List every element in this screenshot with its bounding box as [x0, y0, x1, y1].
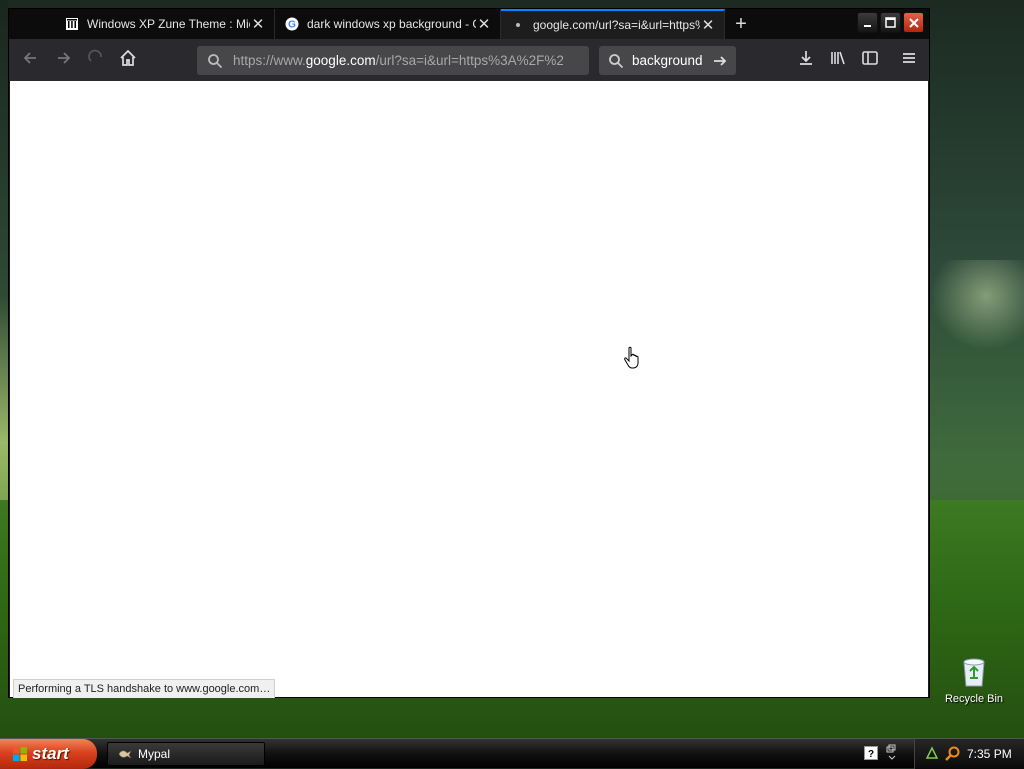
maximize-icon — [885, 17, 896, 28]
taskbar-item-mypal[interactable]: Mypal — [107, 742, 265, 766]
address-bar[interactable]: https://www.google.com/url?sa=i&url=http… — [197, 46, 589, 75]
page-content[interactable]: Performing a TLS handshake to www.google… — [10, 81, 928, 698]
tab-close-icon[interactable]: ✕ — [250, 15, 266, 33]
tab-strip: Windows XP Zune Theme : Micros ✕ G dark … — [9, 9, 929, 39]
restore-desktop-icon[interactable] — [886, 744, 898, 762]
desktop-icon-recycle-bin[interactable]: Recycle Bin — [944, 656, 1004, 705]
close-icon — [908, 17, 919, 28]
clock[interactable]: 7:35 PM — [967, 747, 1012, 761]
forward-arrow-icon — [58, 52, 71, 64]
search-query[interactable]: background — [632, 53, 712, 68]
archive-icon — [65, 17, 79, 31]
new-tab-button[interactable]: + — [731, 13, 751, 35]
mypal-icon — [118, 750, 132, 759]
url-domain: google.com — [305, 53, 376, 68]
library-icon — [831, 51, 845, 65]
close-window-button[interactable] — [903, 12, 924, 33]
arrow-right-icon[interactable] — [712, 53, 728, 69]
home-icon — [120, 49, 136, 66]
status-panel: Performing a TLS handshake to www.google… — [13, 679, 276, 698]
svg-text:?: ? — [868, 749, 874, 760]
hand-cursor-icon — [624, 346, 639, 369]
desktop-wallpaper-sky — [930, 260, 1024, 350]
library-button[interactable] — [827, 49, 849, 71]
url-suffix: /url?sa=i&url=https%3A%2F%2 — [375, 53, 563, 68]
recycle-bin-icon — [963, 658, 985, 687]
search-box[interactable]: background — [599, 46, 736, 75]
windows-flag-icon — [13, 747, 27, 761]
download-icon — [800, 51, 812, 65]
network-icon[interactable] — [925, 746, 939, 760]
back-arrow-icon — [23, 52, 36, 64]
tab-close-icon[interactable]: ✕ — [700, 16, 716, 34]
minimize-icon — [863, 24, 871, 27]
search-icon — [208, 53, 223, 68]
tab-windows-xp-zune-theme[interactable]: Windows XP Zune Theme : Micros ✕ — [55, 9, 275, 39]
downloads-button[interactable] — [795, 49, 817, 71]
search-tray-icon[interactable] — [945, 746, 960, 761]
reload-button[interactable] — [85, 49, 107, 71]
tray-helpers: ? — [858, 743, 908, 765]
hamburger-menu-icon — [903, 53, 915, 63]
back-button[interactable] — [19, 49, 41, 71]
tab-title: Windows XP Zune Theme : Micros — [87, 17, 250, 31]
tab-dark-windows-xp-background[interactable]: G dark windows xp background - Goo ✕ — [275, 9, 501, 39]
tab-title: google.com/url?sa=i&url=https%3A — [533, 18, 700, 32]
svg-text:G: G — [288, 20, 296, 31]
forward-button[interactable] — [53, 49, 75, 71]
google-icon: G — [285, 17, 299, 31]
navigation-toolbar: https://www.google.com/url?sa=i&url=http… — [9, 39, 929, 81]
url-prefix: https://www. — [233, 53, 306, 68]
start-label: start — [32, 744, 69, 763]
tab-google-url-active[interactable]: google.com/url?sa=i&url=https%3A ✕ — [501, 9, 725, 39]
taskbar-item-label: Mypal — [138, 747, 171, 761]
system-tray: 7:35 PM — [914, 739, 1024, 769]
taskbar: start Mypal ? 7:35 PM — [0, 738, 1024, 769]
home-button[interactable] — [117, 49, 139, 71]
desktop-icon-label: Recycle Bin — [944, 693, 1004, 705]
menu-button[interactable] — [898, 49, 920, 71]
address-text[interactable]: https://www.google.com/url?sa=i&url=http… — [233, 53, 563, 68]
sidebar-button[interactable] — [859, 49, 881, 71]
maximize-button[interactable] — [880, 12, 901, 33]
reload-icon — [88, 49, 102, 62]
loading-dot-icon — [511, 18, 525, 32]
tab-close-icon[interactable]: ✕ — [476, 15, 492, 33]
search-icon — [609, 53, 624, 68]
browser-window: Windows XP Zune Theme : Micros ✕ G dark … — [8, 8, 930, 698]
help-icon[interactable]: ? — [864, 746, 878, 760]
sidebar-icon — [862, 51, 878, 65]
tab-title: dark windows xp background - Goo — [307, 17, 476, 31]
start-button[interactable]: start — [0, 739, 97, 769]
minimize-button[interactable] — [857, 12, 878, 33]
